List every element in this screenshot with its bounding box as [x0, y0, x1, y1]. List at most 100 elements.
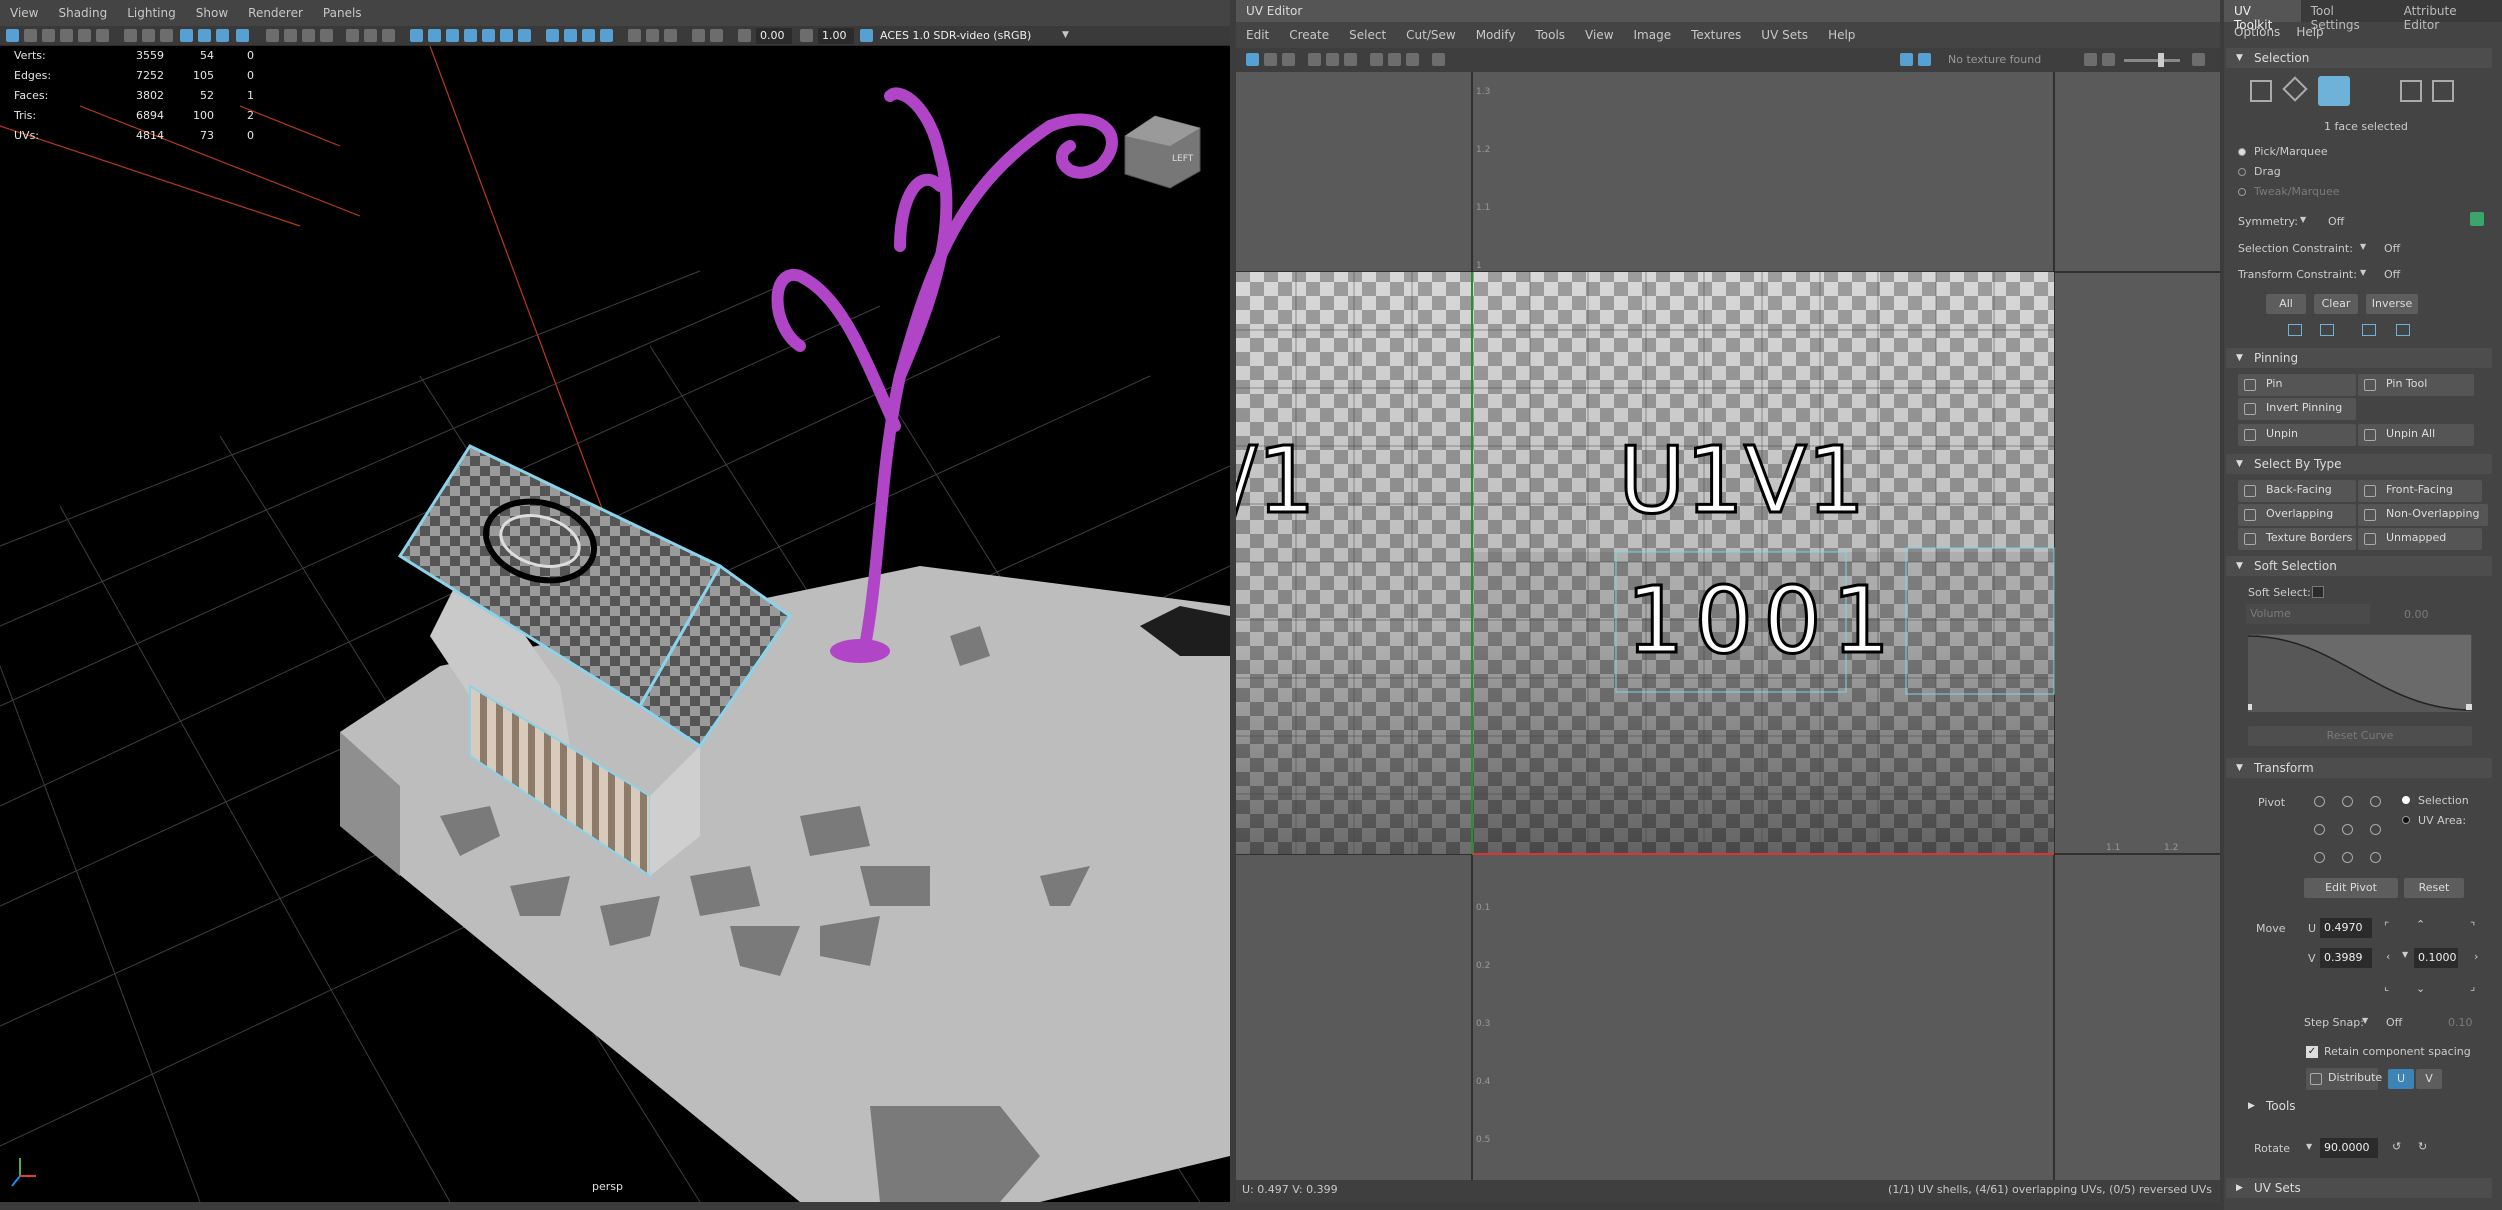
pivot-center[interactable] — [2342, 824, 2353, 835]
rotate-angle-field[interactable]: 90.0000 — [2320, 1138, 2378, 1158]
uv-menu-help[interactable]: Help — [1828, 28, 1855, 42]
move-v-field[interactable]: 0.3989 — [2320, 948, 2372, 968]
uv-menu-modify[interactable]: Modify — [1476, 28, 1516, 42]
section-tools[interactable]: Tools — [2238, 1096, 2492, 1116]
retain-spacing-checkbox[interactable]: ✓ — [2306, 1046, 2318, 1058]
section-pinning[interactable]: Pinning — [2226, 348, 2492, 368]
unpin-all-button[interactable]: Unpin All — [2358, 424, 2474, 446]
gamma-icon[interactable] — [800, 29, 813, 42]
transform-constraint-select[interactable]: Off — [2384, 268, 2400, 281]
select-shortest-path-icon[interactable] — [2396, 324, 2410, 336]
scale-icon[interactable] — [96, 29, 109, 42]
edge-mode-icon[interactable] — [2282, 76, 2308, 102]
rotate-ccw-icon[interactable]: ↺ — [2392, 1140, 2401, 1153]
grid-icon[interactable] — [266, 29, 279, 42]
chevron-down-icon[interactable]: ▼ — [2300, 215, 2306, 224]
tab-tool-settings[interactable]: Tool Settings — [2301, 0, 2394, 32]
uv-grid-display-icon[interactable] — [1326, 53, 1339, 66]
uv-menu-textures[interactable]: Textures — [1691, 28, 1741, 42]
smooth-shade-icon[interactable] — [410, 29, 423, 42]
uv-shaded-icon[interactable] — [1246, 53, 1259, 66]
resolution-gate-icon[interactable] — [302, 29, 315, 42]
pivot-top-left[interactable] — [2314, 796, 2325, 807]
move-left-icon[interactable]: ‹ — [2386, 950, 2390, 963]
bookmark-icon[interactable] — [142, 29, 155, 42]
pivot-top-right[interactable] — [2370, 796, 2381, 807]
clear-selection-button[interactable]: Clear — [2314, 294, 2358, 314]
menu-shading[interactable]: Shading — [58, 6, 107, 20]
uv-mode-icon[interactable] — [2400, 80, 2422, 102]
menu-show[interactable]: Show — [196, 6, 228, 20]
uv-canvas[interactable]: U1V1 1001 /1 1.3 1.2 1.1 1 0.1 0.2 0.3 0… — [1236, 72, 2220, 1180]
field-chart-icon[interactable] — [346, 29, 359, 42]
move-down-left-icon[interactable]: ⌞ — [2384, 980, 2389, 993]
hud-icon[interactable] — [692, 29, 705, 42]
face-mode-icon[interactable] — [2318, 76, 2350, 106]
pivot-selection-radio[interactable] — [2402, 796, 2410, 804]
chevron-down-icon[interactable]: ▼ — [2402, 950, 2408, 959]
section-selection[interactable]: Selection — [2226, 48, 2492, 68]
texture-select[interactable]: No texture found — [1948, 53, 2041, 66]
uv-exposure-icon[interactable] — [2084, 53, 2097, 66]
section-select-by-type[interactable]: Select By Type — [2226, 454, 2492, 474]
menu-lighting[interactable]: Lighting — [127, 6, 176, 20]
uv-pixel-snap-icon[interactable] — [1388, 53, 1401, 66]
back-facing-button[interactable]: Back-Facing — [2238, 480, 2356, 502]
non-overlapping-button[interactable]: Non-Overlapping — [2358, 504, 2488, 526]
falloff-radius-field[interactable]: 0.00 — [2404, 608, 2429, 621]
pivot-bottom-left[interactable] — [2314, 852, 2325, 863]
pick-marquee-radio[interactable] — [2238, 148, 2246, 156]
uv-menu-tools[interactable]: Tools — [1535, 28, 1565, 42]
section-uv-sets[interactable]: UV Sets — [2226, 1178, 2492, 1198]
menu-view[interactable]: View — [10, 6, 38, 20]
chevron-down-icon[interactable]: ▼ — [1062, 30, 1069, 40]
uv-menu-edit[interactable]: Edit — [1246, 28, 1269, 42]
uv-checker-toggle-icon[interactable] — [1918, 53, 1931, 66]
step-snap-select[interactable]: Off — [2386, 1016, 2402, 1029]
grease-icon[interactable] — [198, 29, 211, 42]
sync-icon[interactable] — [710, 29, 723, 42]
shadows-icon[interactable] — [482, 29, 495, 42]
unmapped-button[interactable]: Unmapped — [2358, 528, 2482, 550]
distribute-u-button[interactable]: U — [2388, 1069, 2414, 1089]
uv-shell-mode-icon[interactable] — [2432, 80, 2454, 102]
rotate-icon[interactable] — [78, 29, 91, 42]
invert-selection-button[interactable]: Inverse — [2366, 294, 2418, 314]
wire-on-shaded-icon[interactable] — [428, 29, 441, 42]
move-up-icon[interactable]: ⌃ — [2416, 918, 2425, 931]
step-snap-value-field[interactable]: 0.10 — [2448, 1016, 2473, 1029]
snap-icon[interactable] — [180, 29, 193, 42]
falloff-curve[interactable] — [2248, 634, 2472, 712]
image-plane-icon[interactable] — [160, 29, 173, 42]
uv-menu-uv-sets[interactable]: UV Sets — [1761, 28, 1808, 42]
unpin-button[interactable]: Unpin — [2238, 424, 2356, 446]
ambient-occlusion-icon[interactable] — [500, 29, 513, 42]
pivot-icon[interactable] — [382, 29, 395, 42]
chevron-down-icon[interactable]: ▼ — [2306, 1142, 2312, 1151]
safe-action-icon[interactable] — [320, 29, 333, 42]
select-border-icon[interactable] — [2362, 324, 2376, 336]
isolate-select-icon[interactable] — [628, 29, 641, 42]
uv-frame-icon[interactable] — [2192, 53, 2205, 66]
menu-renderer[interactable]: Renderer — [248, 6, 303, 20]
pin-button[interactable]: Pin — [2238, 374, 2356, 396]
move-down-right-icon[interactable]: ⌟ — [2470, 980, 2475, 993]
pencil-icon[interactable] — [216, 29, 229, 42]
antialias-icon[interactable] — [546, 29, 559, 42]
tweak-marquee-radio[interactable] — [2238, 188, 2246, 196]
move-down-icon[interactable]: ⌄ — [2416, 982, 2425, 995]
uv-menu-select[interactable]: Select — [1349, 28, 1386, 42]
chevron-down-icon[interactable]: ▼ — [2362, 1016, 2368, 1025]
pivot-uv-area-radio[interactable] — [2402, 816, 2410, 824]
move-u-field[interactable]: 0.4970 — [2320, 918, 2372, 938]
exposure-icon[interactable] — [738, 29, 751, 42]
move-up-left-icon[interactable]: ⌜ — [2384, 920, 2389, 933]
pivot-bottom[interactable] — [2342, 852, 2353, 863]
distribute-button[interactable]: Distribute — [2306, 1068, 2382, 1090]
move-right-icon[interactable]: › — [2474, 950, 2478, 963]
section-transform[interactable]: Transform — [2226, 758, 2492, 778]
wireframe-icon[interactable] — [364, 29, 377, 42]
uv-menu-image[interactable]: Image — [1634, 28, 1672, 42]
uv-grid-icon[interactable] — [1370, 53, 1383, 66]
reset-curve-button[interactable]: Reset Curve — [2248, 726, 2472, 746]
